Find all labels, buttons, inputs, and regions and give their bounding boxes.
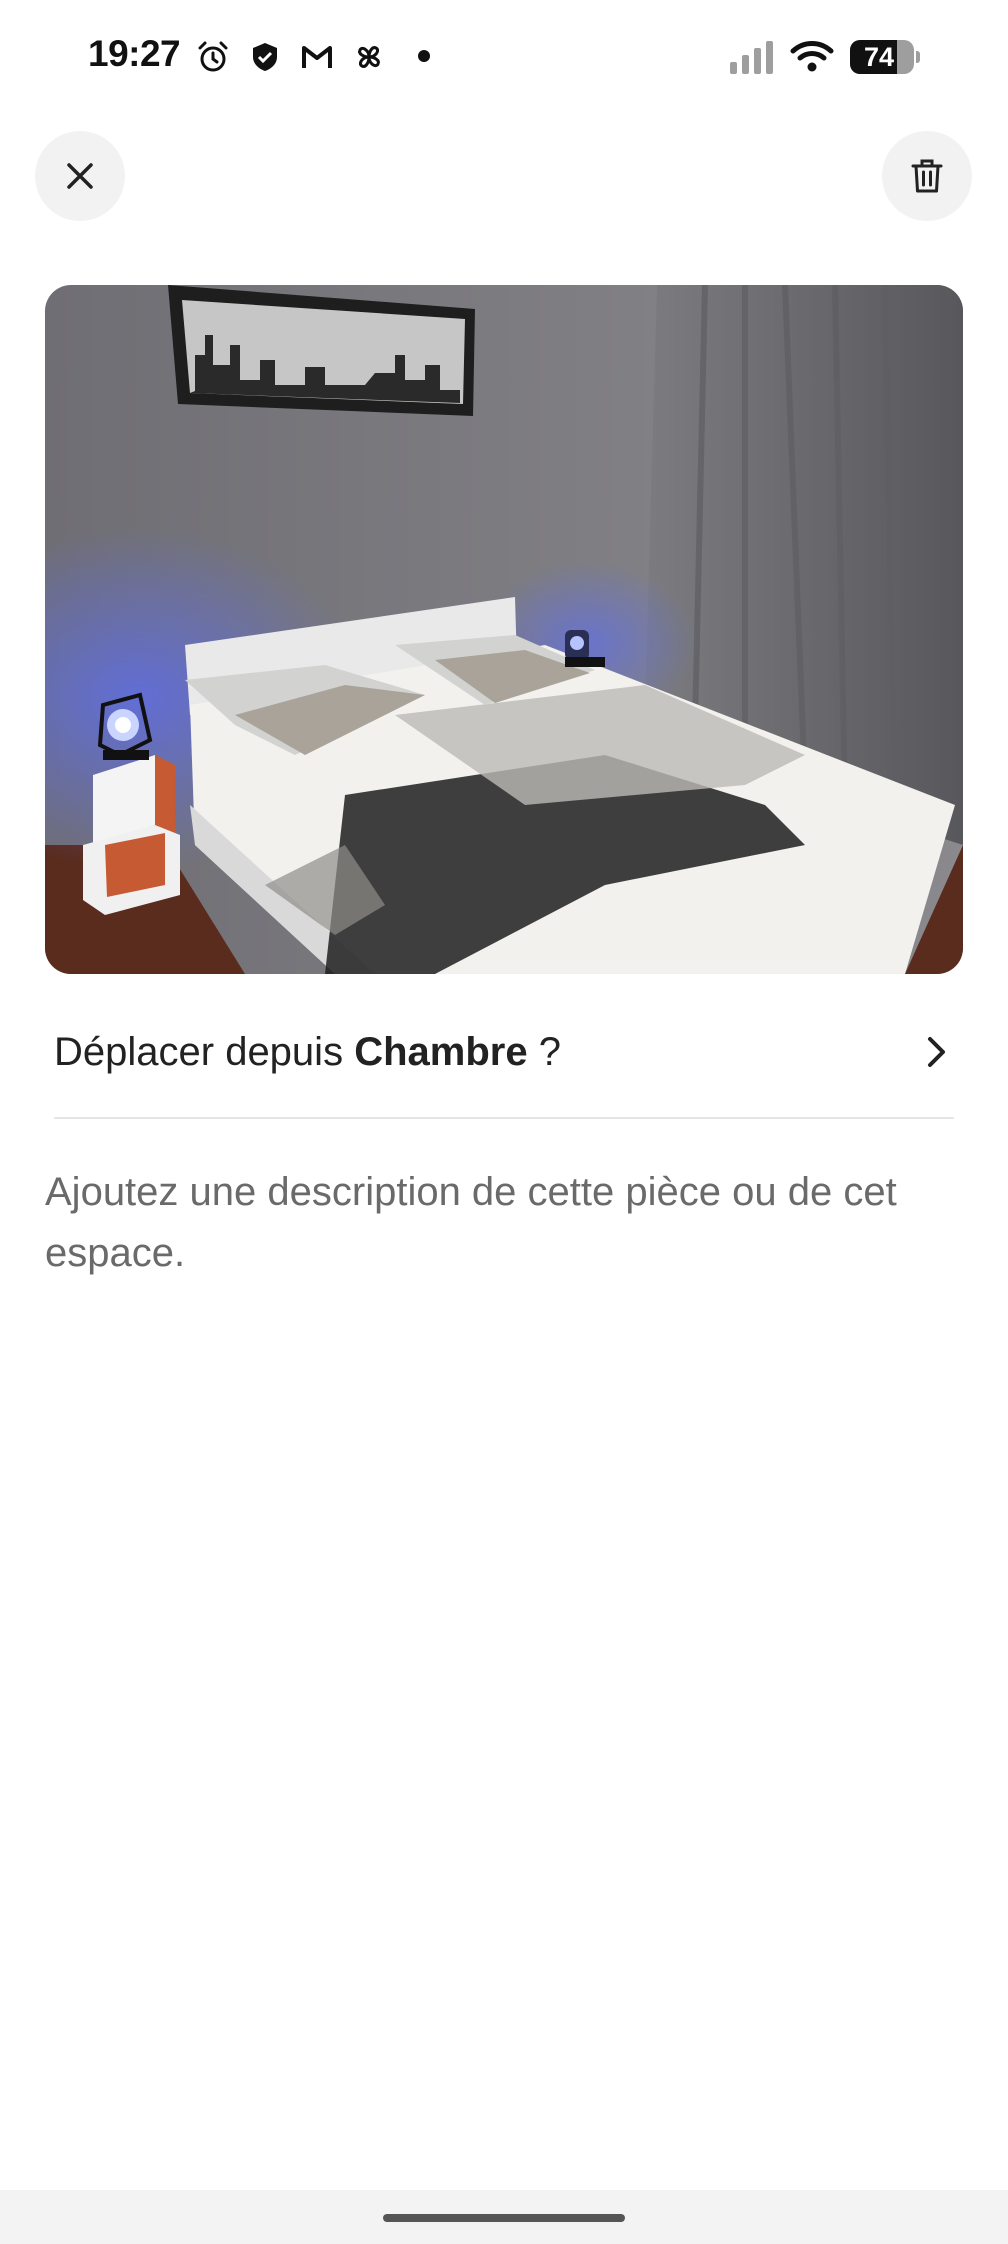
description-input[interactable]: Ajoutez une description de cette pièce o… [45,1162,965,1284]
gmail-icon [302,46,332,68]
move-room-row[interactable]: Déplacer depuis Chambre ? [54,1010,954,1110]
divider [54,1117,954,1119]
wifi-icon [790,41,834,72]
status-time: 19:27 [88,33,181,74]
move-prefix-text: Déplacer depuis [54,1030,355,1074]
shield-icon [253,43,277,71]
status-bar: 19:27 74 [0,0,1008,115]
move-room-label: Déplacer depuis Chambre ? [54,1030,561,1075]
navigation-bar [0,2190,1008,2244]
room-photo[interactable] [45,285,963,974]
move-suffix-text: ? [527,1030,561,1074]
current-room-name: Chambre [354,1030,528,1074]
pinwheel-icon [358,46,380,68]
notification-dot [418,50,430,62]
signal-icon [730,41,773,74]
trash-icon [911,159,943,193]
close-button[interactable] [35,131,125,221]
battery-level: 74 [863,42,895,72]
alarm-icon [198,41,228,72]
close-icon [67,163,93,189]
home-indicator[interactable] [383,2214,625,2222]
bedroom-photo-image [45,285,963,974]
chevron-right-icon [928,1037,945,1067]
delete-button[interactable] [882,131,972,221]
battery-indicator: 74 [850,40,920,74]
